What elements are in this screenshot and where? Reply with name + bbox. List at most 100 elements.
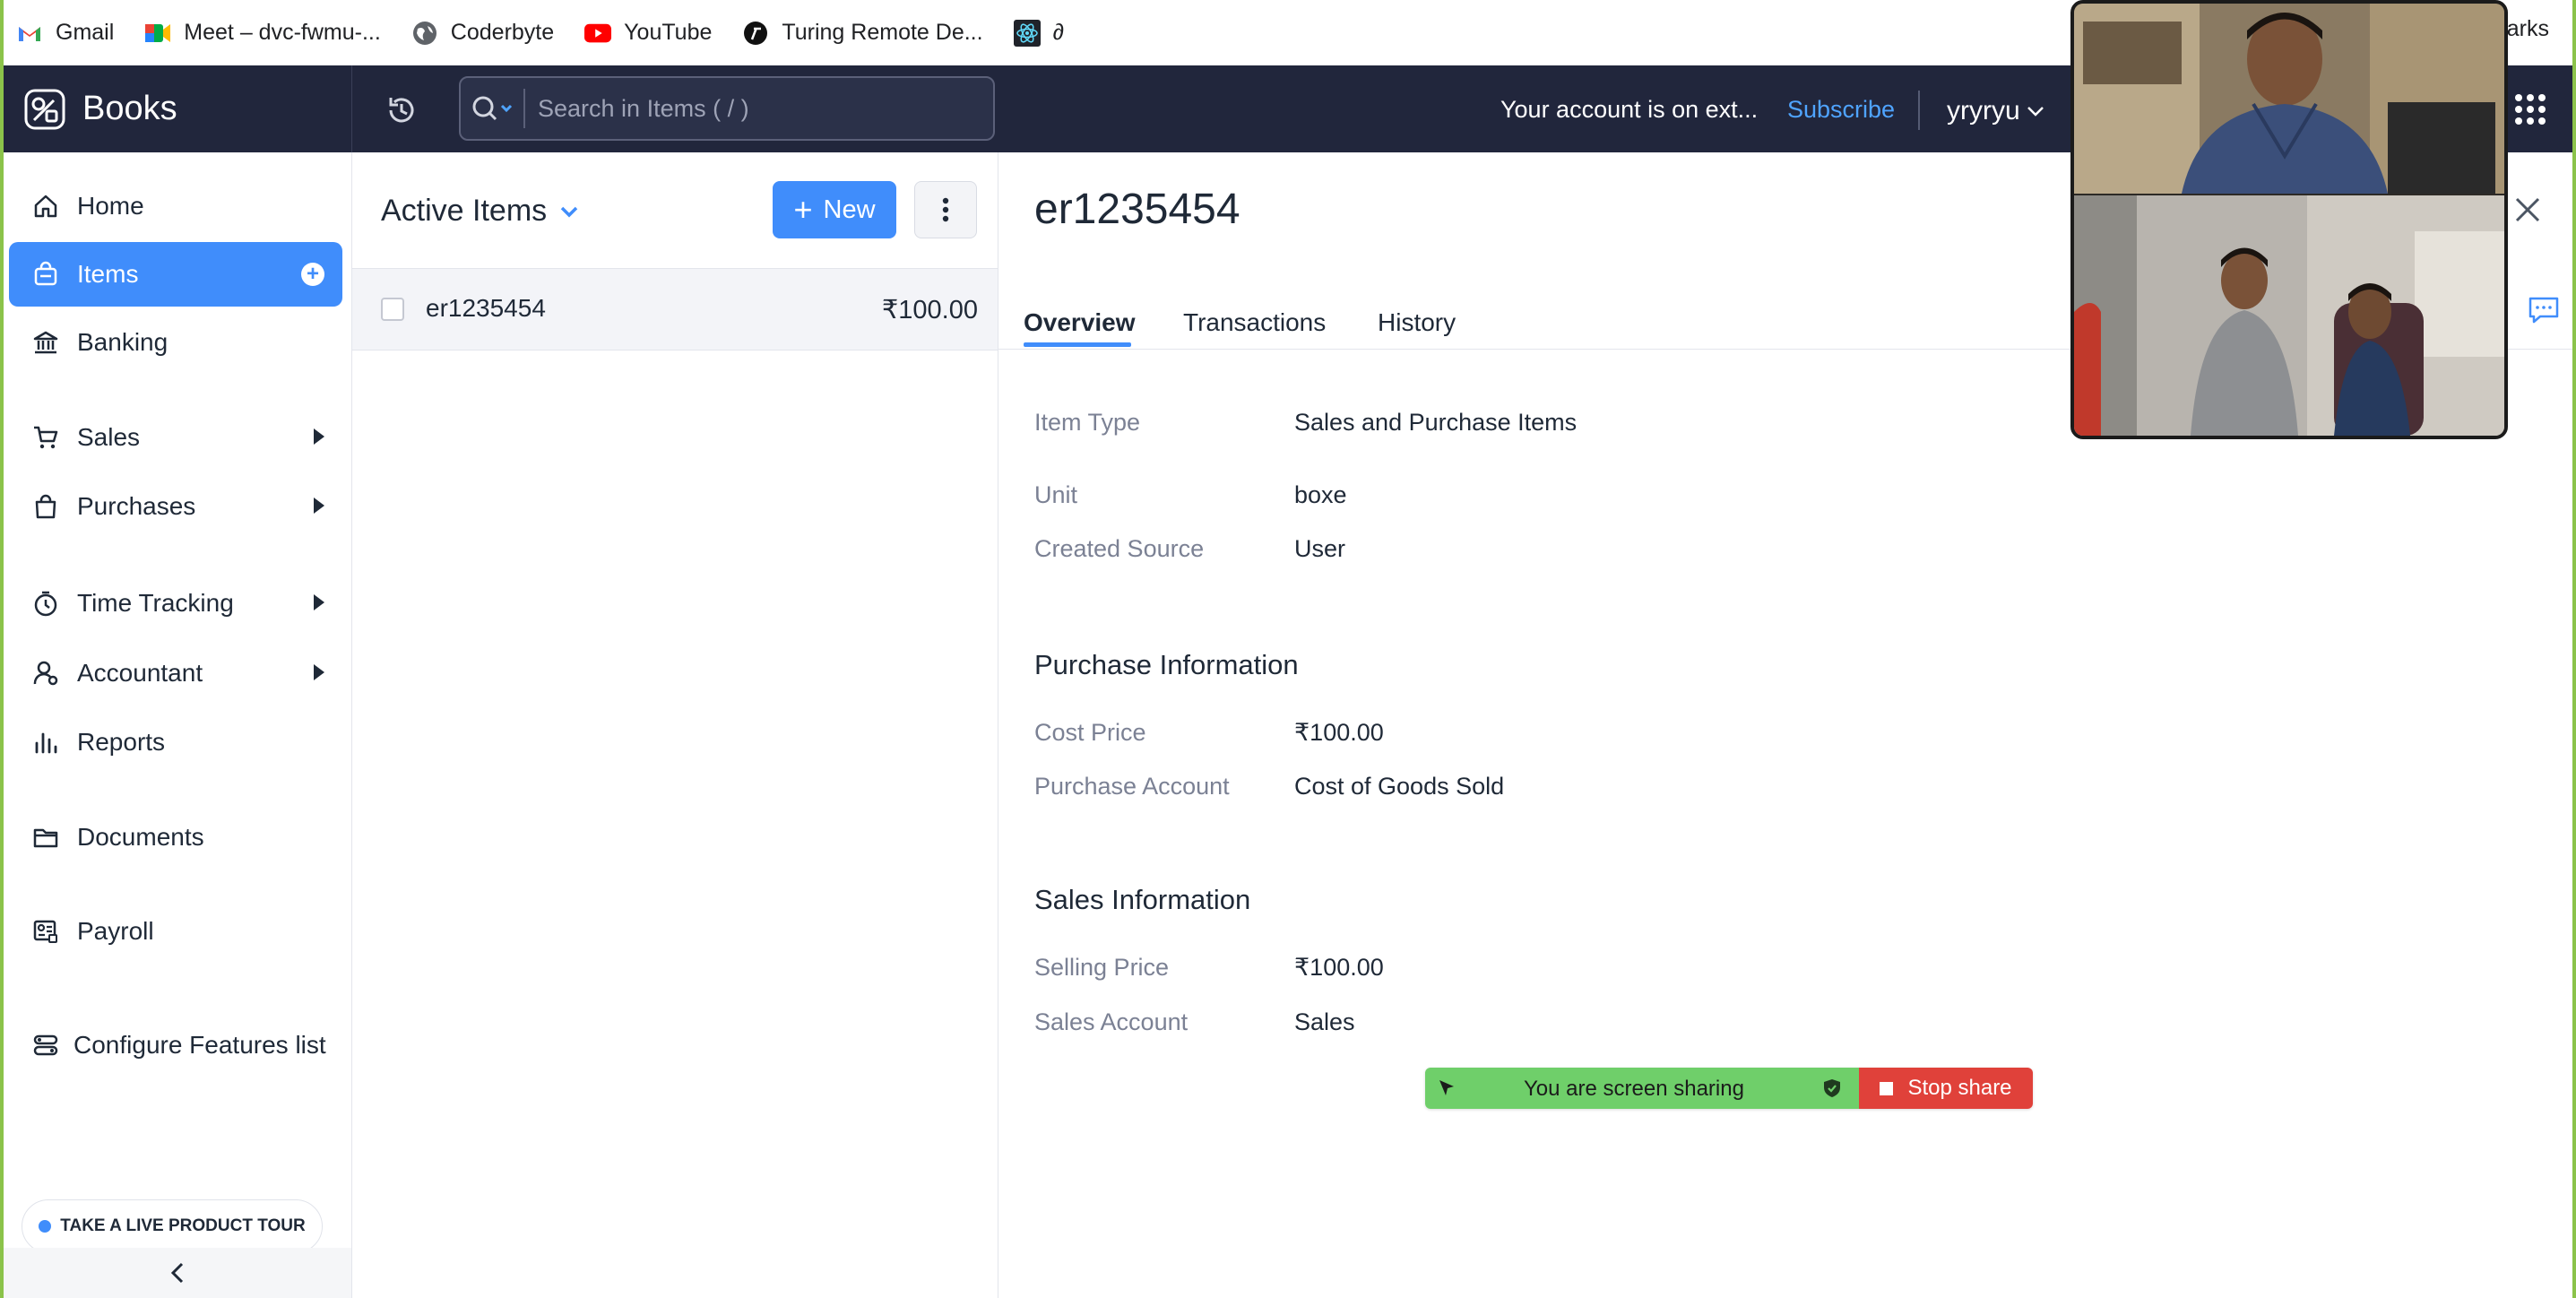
expand-caret-icon[interactable] [314, 498, 324, 514]
app-name: Books [82, 90, 177, 127]
field-label: Unit [1034, 481, 1078, 508]
active-tab-indicator [1024, 342, 1131, 347]
sidebar-item-label: Sales [77, 423, 141, 451]
bookmark-label: ∂ [1052, 20, 1064, 45]
brand[interactable]: Books [0, 65, 352, 152]
search-divider [523, 89, 525, 128]
home-icon [30, 191, 61, 221]
sidebar-item-sales[interactable]: Sales [9, 405, 342, 470]
field-label: Purchase Account [1034, 773, 1230, 800]
sidebar-item-payroll[interactable]: Payroll [9, 899, 342, 964]
search-icon[interactable] [461, 95, 518, 122]
shield-check-icon [1824, 1079, 1840, 1097]
bar-chart-icon [30, 727, 61, 757]
sidebar-item-banking[interactable]: Banking [9, 310, 342, 375]
apps-grid-icon[interactable] [2514, 93, 2546, 125]
video-call-overlay[interactable] [2070, 0, 2508, 439]
sidebar-item-label: Accountant [77, 659, 203, 687]
item-list-panel: Active Items + New er1235454 ₹100.00 [352, 152, 999, 1298]
more-options-button[interactable] [914, 181, 977, 238]
turing-icon [742, 20, 769, 47]
new-item-button[interactable]: + New [773, 181, 896, 238]
item-title: er1235454 [1034, 186, 1240, 233]
field-value: ₹100.00 [1294, 954, 1384, 981]
stop-icon [1880, 1081, 1894, 1095]
item-price: ₹100.00 [881, 296, 978, 324]
expand-caret-icon[interactable] [314, 664, 324, 680]
field-label: Created Source [1034, 535, 1205, 562]
tab-transactions[interactable]: Transactions [1183, 308, 1326, 337]
sidebar-item-reports[interactable]: Reports [9, 710, 342, 774]
sidebar-item-documents[interactable]: Documents [9, 805, 342, 870]
stop-share-button[interactable]: Stop share [1859, 1068, 2033, 1109]
list-item[interactable]: er1235454 ₹100.00 [352, 269, 998, 350]
bookmark-label: YouTube [624, 20, 713, 45]
list-view-switcher[interactable]: Active Items [381, 194, 579, 229]
payroll-icon [30, 916, 61, 947]
bookmark-coderbyte[interactable]: Coderbyte [411, 20, 554, 47]
bookmark-meet[interactable]: Meet – dvc-fwmu-... [144, 20, 381, 47]
sidebar-item-home[interactable]: Home [9, 174, 342, 238]
field-value: Sales and Purchase Items [1294, 409, 1578, 436]
sidebar-item-label: Items [77, 260, 139, 288]
sidebar-item-label: Home [77, 192, 144, 220]
sidebar-item-label: Time Tracking [77, 589, 234, 617]
expand-caret-icon[interactable] [314, 594, 324, 610]
plus-icon: + [793, 191, 813, 228]
bookmark-youtube[interactable]: YouTube [584, 20, 712, 47]
bookmarks-overflow-label[interactable]: arks [2507, 16, 2549, 42]
sidebar-item-label: Configure Features list [73, 1031, 326, 1059]
tour-dot-icon [39, 1220, 52, 1233]
search-box[interactable] [459, 76, 995, 141]
tab-overview[interactable]: Overview [1024, 308, 1136, 337]
field-label: Sales Account [1034, 1008, 1189, 1035]
folder-icon [30, 822, 61, 852]
meet-icon [144, 20, 171, 47]
tab-history[interactable]: History [1378, 308, 1456, 337]
recent-history-icon[interactable] [384, 92, 419, 128]
sidebar-item-time-tracking[interactable]: Time Tracking [9, 571, 342, 636]
stop-share-label: Stop share [1907, 1076, 2012, 1100]
timer-icon [30, 588, 61, 619]
row-checkbox[interactable] [381, 298, 404, 321]
shopping-bag-icon [30, 491, 61, 522]
globe-icon [411, 20, 438, 47]
sidebar-item-label: Documents [77, 823, 204, 851]
bookmark-turing[interactable]: Turing Remote De... [742, 20, 983, 47]
field-value: Cost of Goods Sold [1294, 773, 1505, 800]
configure-icon [30, 1030, 61, 1060]
chevron-down-icon [2027, 107, 2044, 117]
org-name: yryryu [1947, 96, 2020, 125]
topbar-separator [1918, 91, 1920, 130]
collapse-sidebar-button[interactable] [4, 1248, 351, 1298]
close-icon[interactable] [2513, 195, 2542, 224]
sidebar-item-configure-features[interactable]: Configure Features list [9, 1013, 342, 1077]
sidebar: Home Items + Banking Sales Purchases Tim… [4, 152, 352, 1298]
field-value: boxe [1294, 481, 1347, 508]
expand-caret-icon[interactable] [314, 428, 324, 445]
sidebar-item-accountant[interactable]: Accountant [9, 641, 342, 705]
product-tour-button[interactable]: TAKE A LIVE PRODUCT TOUR [22, 1199, 323, 1253]
bookmark-label: Coderbyte [450, 20, 555, 45]
gmail-icon [16, 20, 43, 47]
sidebar-item-purchases[interactable]: Purchases [9, 474, 342, 539]
org-switcher[interactable]: yryryu [1947, 96, 2045, 126]
bank-icon [30, 327, 61, 358]
bookmark-gmail[interactable]: Gmail [16, 20, 114, 47]
new-button-label: New [823, 195, 876, 224]
field-value: ₹100.00 [1294, 719, 1384, 746]
chevron-left-icon [170, 1262, 184, 1284]
react-icon [1013, 19, 1041, 47]
drag-handle-icon[interactable] [1436, 1077, 1459, 1100]
sidebar-item-label: Banking [77, 328, 169, 356]
search-input[interactable] [536, 93, 952, 124]
list-title: Active Items [381, 194, 548, 228]
add-item-icon[interactable]: + [301, 263, 324, 286]
chevron-down-icon [560, 206, 578, 217]
sidebar-item-items[interactable]: Items + [9, 242, 342, 307]
bookmark-react[interactable]: ∂ [1013, 19, 1064, 47]
section-heading-purchase: Purchase Information [1034, 649, 1299, 680]
subscribe-link[interactable]: Subscribe [1787, 96, 1895, 124]
field-label: Selling Price [1034, 954, 1170, 981]
share-status[interactable]: You are screen sharing [1425, 1068, 1859, 1109]
